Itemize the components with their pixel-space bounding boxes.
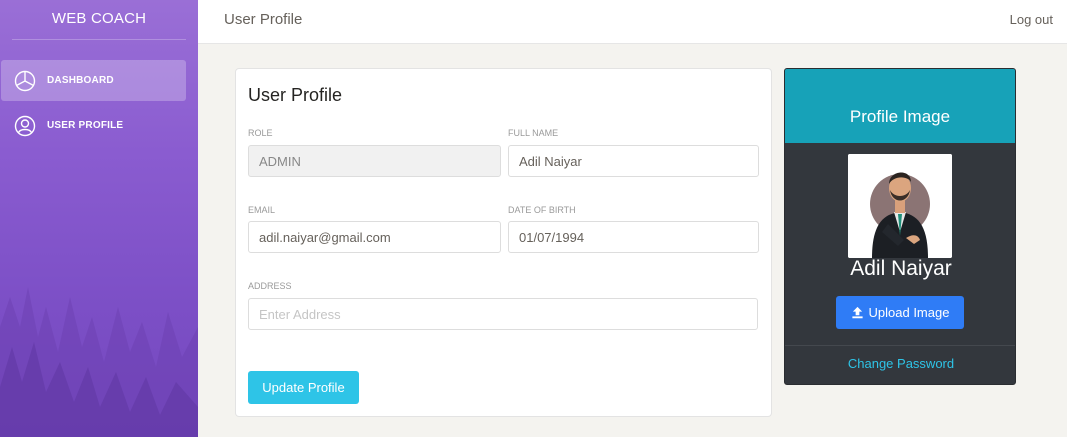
full-name-label: FULL NAME — [508, 128, 559, 138]
card-divider — [785, 345, 1015, 346]
change-password-link[interactable]: Change Password — [785, 356, 1015, 371]
user-profile-form-card: User Profile ROLE FULL NAME EMAIL DATE O… — [235, 68, 772, 417]
upload-image-button[interactable]: Upload Image — [836, 296, 964, 329]
top-navbar: User Profile Log out — [198, 0, 1067, 44]
sidebar: WEB COACH DASHBOARD USER PROFILE — [0, 0, 198, 437]
sidebar-item-label: USER PROFILE — [47, 120, 124, 131]
sidebar-nav: DASHBOARD USER PROFILE — [0, 60, 198, 146]
pie-chart-icon — [13, 69, 37, 93]
address-label: ADDRESS — [248, 281, 292, 291]
forest-background-image — [0, 287, 198, 437]
profile-name: Adil Naiyar — [850, 257, 952, 280]
logout-link[interactable]: Log out — [1010, 12, 1053, 27]
user-circle-icon — [13, 114, 37, 138]
upload-button-label: Upload Image — [868, 305, 950, 320]
profile-image-header: Profile Image — [785, 69, 1015, 143]
address-field[interactable] — [248, 298, 758, 330]
role-field — [248, 145, 501, 177]
sidebar-item-user-profile[interactable]: USER PROFILE — [1, 105, 186, 146]
sidebar-item-label: DASHBOARD — [47, 75, 114, 86]
brand-logo[interactable]: WEB COACH — [12, 0, 186, 40]
full-name-field[interactable] — [508, 145, 759, 177]
update-profile-button[interactable]: Update Profile — [248, 371, 359, 404]
email-field[interactable] — [248, 221, 501, 253]
profile-image-card: Profile Image Adil Naiyar Upload Image C… — [784, 68, 1016, 385]
dob-label: DATE OF BIRTH — [508, 205, 576, 215]
page-title: User Profile — [224, 11, 303, 28]
role-label: ROLE — [248, 128, 273, 138]
dob-field[interactable] — [508, 221, 759, 253]
avatar — [848, 154, 952, 258]
card-title: User Profile — [248, 85, 343, 105]
email-label: EMAIL — [248, 205, 276, 215]
sidebar-item-dashboard[interactable]: DASHBOARD — [1, 60, 186, 101]
upload-icon — [851, 306, 864, 319]
